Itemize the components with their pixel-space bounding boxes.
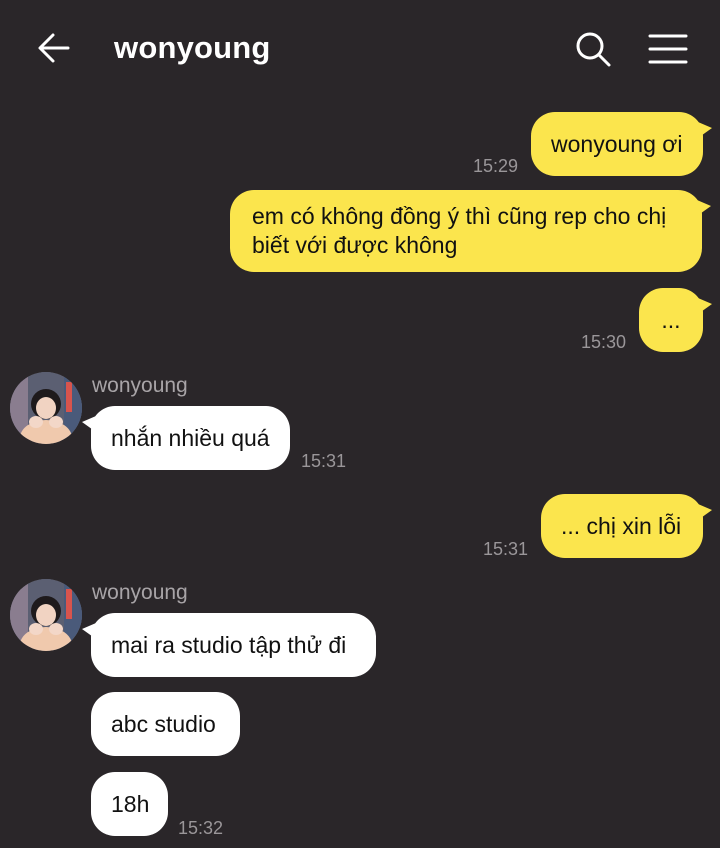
message-time: 15:30 [581,332,627,352]
search-button[interactable] [572,28,614,70]
message-text: nhắn nhiều quá [111,424,270,451]
message-time: 15:29 [473,156,519,176]
chat-header: wonyoung [0,0,720,96]
message-text: ... chị xin lỗi [561,512,682,539]
menu-button[interactable] [646,28,690,70]
sender-name: wonyoung [92,374,188,397]
outgoing-message[interactable]: wonyoung ơi [531,112,712,176]
sender-name: wonyoung [92,581,188,604]
incoming-message[interactable]: 18h [91,772,168,836]
incoming-message[interactable]: mai ra studio tập thử đi [82,613,376,677]
profile-photo-icon [10,372,82,444]
message-text: ... [661,306,681,333]
search-icon [576,32,611,67]
outgoing-message[interactable]: em có không đồng ý thì cũng rep cho chị … [230,190,711,272]
incoming-message[interactable]: abc studio [91,692,240,756]
message-time: 15:31 [301,451,347,471]
message-text: 18h [111,790,150,817]
message-text: mai ra studio tập thử đi [111,631,347,658]
chat-title: wonyoung [114,30,271,65]
message-time: 15:31 [483,539,529,559]
profile-photo-icon [10,579,82,651]
message-text: em có không đồng ý thì cũng rep cho chị … [252,203,667,258]
outgoing-message[interactable]: ... chị xin lỗi [541,494,712,558]
message-time: 15:32 [178,818,224,838]
message-text: wonyoung ơi [551,130,683,157]
arrow-left-icon [38,33,70,63]
avatar[interactable] [10,372,82,444]
avatar[interactable] [10,579,82,651]
outgoing-message[interactable]: ... [639,288,712,352]
incoming-message[interactable]: nhắn nhiều quá [82,406,290,470]
back-button[interactable] [34,28,74,68]
hamburger-menu-icon [648,34,688,64]
message-text: abc studio [111,710,216,737]
